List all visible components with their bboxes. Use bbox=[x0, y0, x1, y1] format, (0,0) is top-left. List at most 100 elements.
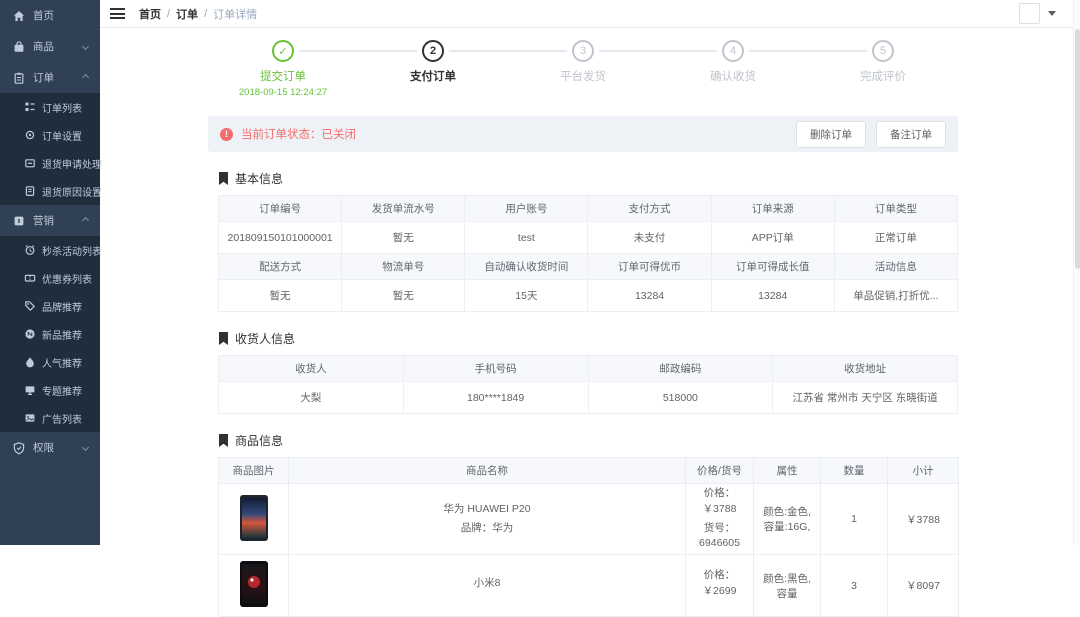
sidebar-item-label: 首页 bbox=[33, 8, 54, 23]
sidebar-item-label: 权限 bbox=[33, 440, 54, 455]
topbar-right bbox=[1019, 3, 1070, 24]
bookmark-icon bbox=[218, 172, 229, 185]
return-reason-icon bbox=[24, 184, 36, 198]
sidebar-item-orders[interactable]: 订单 bbox=[0, 62, 100, 93]
value-cell: 13284 bbox=[711, 280, 834, 312]
gear-icon bbox=[24, 128, 36, 142]
alarm-clock-icon bbox=[24, 243, 36, 257]
value-cell: 180****1849 bbox=[403, 382, 588, 414]
step-number: 5 bbox=[872, 40, 894, 62]
shield-icon bbox=[12, 441, 26, 455]
sidebar: 首页 商品 订单 订单列表 订单设置 bbox=[0, 0, 100, 545]
sidebar-item-brand-recommend[interactable]: 品牌推荐 bbox=[0, 292, 100, 320]
delete-order-button[interactable]: 删除订单 bbox=[796, 121, 866, 148]
sidebar-item-label: 专题推荐 bbox=[42, 383, 82, 398]
product-qty-cell: 1 bbox=[821, 484, 888, 555]
breadcrumb-home[interactable]: 首页 bbox=[139, 6, 161, 22]
header-cell: 商品图片 bbox=[219, 458, 289, 484]
breadcrumb-separator: / bbox=[204, 8, 207, 20]
step-number: 2 bbox=[422, 40, 444, 62]
step-label: 完成评价 bbox=[808, 68, 958, 84]
sidebar-item-label: 订单列表 bbox=[42, 100, 82, 115]
header-cell: 配送方式 bbox=[219, 254, 342, 280]
breadcrumb-orders[interactable]: 订单 bbox=[176, 6, 198, 22]
table-header-row: 订单编号 发货单流水号 用户账号 支付方式 订单来源 订单类型 bbox=[219, 196, 958, 222]
value-cell: 518000 bbox=[588, 382, 773, 414]
product-name: 小米8 bbox=[293, 576, 681, 592]
sidebar-item-return-reason[interactable]: 退货原因设置 bbox=[0, 177, 100, 205]
value-cell: 江苏省 常州市 天宁区 东晓街道 bbox=[773, 382, 958, 414]
sidebar-item-permissions[interactable]: 权限 bbox=[0, 432, 100, 463]
sidebar-item-label: 营销 bbox=[33, 213, 54, 228]
chevron-down-icon[interactable] bbox=[1048, 11, 1056, 16]
step-connector bbox=[299, 50, 417, 52]
order-detail-sections: 基本信息 订单编号 发货单流水号 用户账号 支付方式 订单来源 订单类型 201… bbox=[208, 170, 958, 617]
sidebar-item-label: 订单设置 bbox=[42, 128, 82, 143]
section-title-text: 商品信息 bbox=[235, 432, 283, 449]
header-cell: 邮政编码 bbox=[588, 356, 773, 382]
product-name-cell: 华为 HUAWEI P20 品牌：华为 bbox=[289, 484, 686, 555]
value-cell: 暂无 bbox=[342, 280, 465, 312]
product-info-section-title: 商品信息 bbox=[218, 432, 958, 449]
sidebar-item-ad-list[interactable]: 广告列表 bbox=[0, 404, 100, 432]
step-connector bbox=[749, 50, 867, 52]
sidebar-item-order-list[interactable]: 订单列表 bbox=[0, 93, 100, 121]
tag-icon bbox=[24, 299, 36, 313]
header-cell: 收货地址 bbox=[773, 356, 958, 382]
product-image-cell bbox=[219, 555, 289, 617]
hamburger-menu-icon[interactable] bbox=[110, 8, 125, 19]
product-price-cell: 价格：￥2699 bbox=[686, 555, 754, 617]
product-sn: 货号：6946605 bbox=[690, 521, 749, 553]
sidebar-item-label: 优惠券列表 bbox=[42, 271, 92, 286]
product-attr-cell: 颜色:金色,容量:16G, bbox=[754, 484, 821, 555]
product-attr-cell: 颜色:黑色,容量 bbox=[754, 555, 821, 617]
step-number: 4 bbox=[722, 40, 744, 62]
value-cell: 大梨 bbox=[219, 382, 404, 414]
warning-icon: ! bbox=[220, 128, 233, 141]
sidebar-item-order-settings[interactable]: 订单设置 bbox=[0, 121, 100, 149]
topbar: 首页 / 订单 / 订单详情 bbox=[100, 0, 1080, 28]
sidebar-item-label: 品牌推荐 bbox=[42, 299, 82, 314]
order-steps: ✓ 提交订单 2018-09-15 12:24:27 2 支付订单 3 平台发货… bbox=[208, 40, 958, 104]
note-order-button[interactable]: 备注订单 bbox=[876, 121, 946, 148]
header-cell: 订单来源 bbox=[711, 196, 834, 222]
sidebar-item-label: 订单 bbox=[33, 70, 54, 85]
value-cell: 13284 bbox=[588, 280, 711, 312]
step-label: 提交订单 bbox=[208, 68, 358, 84]
order-list-icon bbox=[24, 100, 36, 114]
breadcrumb-current: 订单详情 bbox=[213, 6, 257, 22]
product-row: 小米8 价格：￥2699 颜色:黑色,容量 3 ￥8097 bbox=[219, 555, 959, 617]
image-icon bbox=[24, 411, 36, 425]
scrollbar-thumb[interactable] bbox=[1075, 29, 1080, 269]
marketing-icon bbox=[12, 214, 26, 228]
header-cell: 自动确认收货时间 bbox=[465, 254, 588, 280]
marketing-submenu: 秒杀活动列表 优惠券列表 品牌推荐 新品推荐 人气推荐 bbox=[0, 236, 100, 432]
header-cell: 商品名称 bbox=[289, 458, 686, 484]
sidebar-item-new-recommend[interactable]: 新品推荐 bbox=[0, 320, 100, 348]
header-cell: 物流单号 bbox=[342, 254, 465, 280]
step-label: 确认收货 bbox=[658, 68, 808, 84]
avatar[interactable] bbox=[1019, 3, 1040, 24]
step-connector bbox=[599, 50, 717, 52]
chevron-up-icon bbox=[82, 217, 89, 224]
product-image-cell bbox=[219, 484, 289, 555]
sidebar-item-return-apply[interactable]: 退货申请处理 bbox=[0, 149, 100, 177]
order-icon bbox=[12, 71, 26, 85]
sidebar-item-marketing[interactable]: 营销 bbox=[0, 205, 100, 236]
sidebar-item-topic-recommend[interactable]: 专题推荐 bbox=[0, 376, 100, 404]
product-image-huawei-p20 bbox=[239, 494, 269, 542]
sidebar-item-hot-recommend[interactable]: 人气推荐 bbox=[0, 348, 100, 376]
sidebar-item-home[interactable]: 首页 bbox=[0, 0, 100, 31]
step-submit-order: ✓ 提交订单 2018-09-15 12:24:27 bbox=[208, 40, 358, 104]
product-name: 华为 HUAWEI P20 bbox=[293, 502, 681, 518]
receiver-info-table: 收货人 手机号码 邮政编码 收货地址 大梨 180****1849 518000… bbox=[218, 355, 958, 414]
product-brand: 品牌：华为 bbox=[293, 521, 681, 537]
sidebar-item-flash-sale-list[interactable]: 秒杀活动列表 bbox=[0, 236, 100, 264]
chevron-up-icon bbox=[82, 74, 89, 81]
new-badge-icon bbox=[24, 327, 36, 341]
value-cell: 15天 bbox=[465, 280, 588, 312]
product-price-cell: 价格：￥3788 货号：6946605 bbox=[686, 484, 754, 555]
sidebar-item-goods[interactable]: 商品 bbox=[0, 31, 100, 62]
receiver-info-section-title: 收货人信息 bbox=[218, 330, 958, 347]
sidebar-item-coupon-list[interactable]: 优惠券列表 bbox=[0, 264, 100, 292]
